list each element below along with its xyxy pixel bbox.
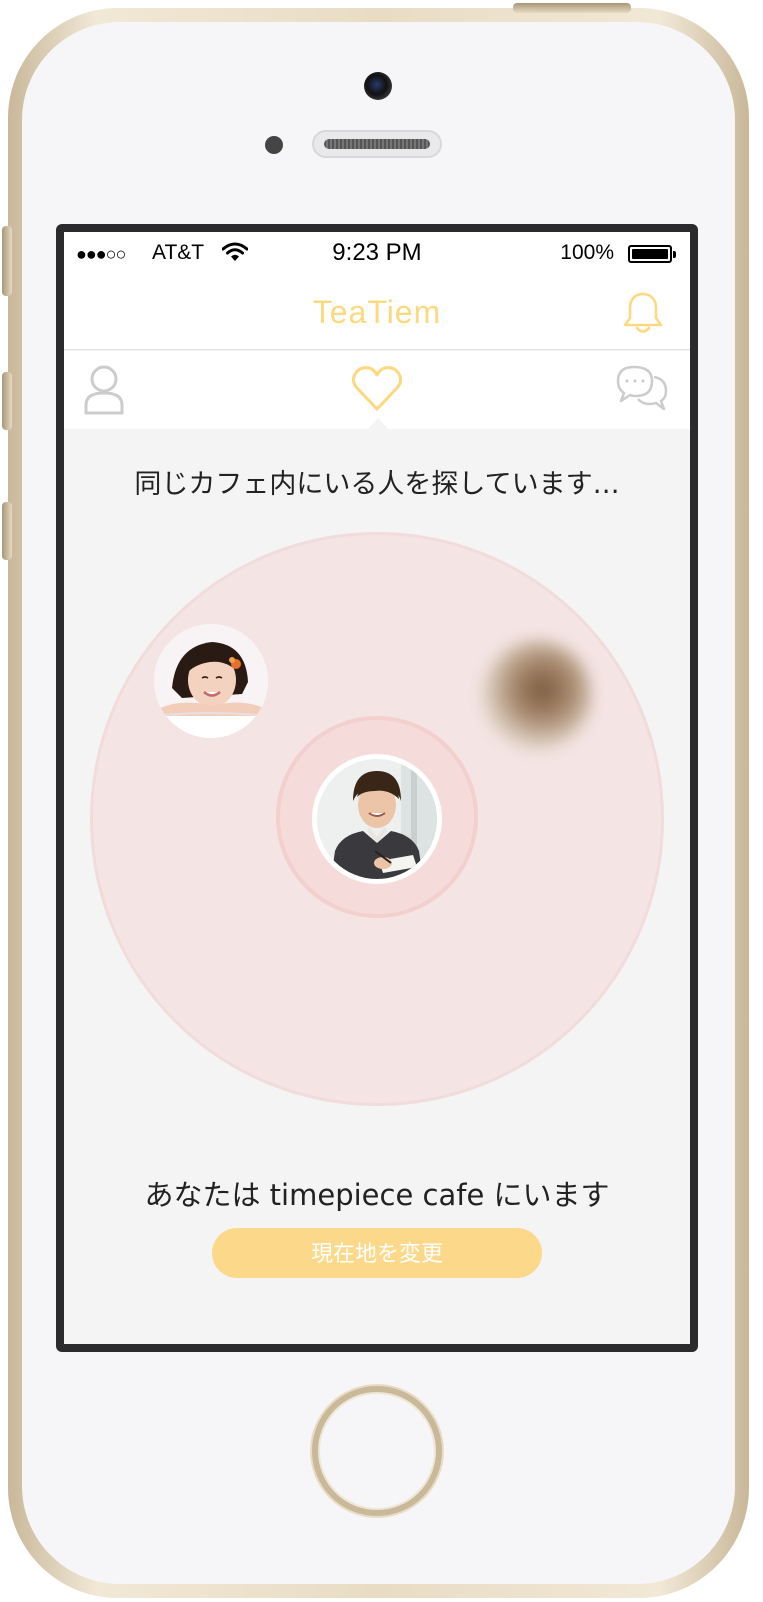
volume-up-button — [2, 372, 12, 430]
front-camera — [364, 72, 392, 100]
tab-match[interactable] — [349, 361, 405, 417]
mute-switch — [2, 226, 12, 296]
volume-down-button — [2, 502, 12, 560]
person-icon — [84, 365, 124, 415]
battery-percent: 100% — [560, 241, 614, 264]
tab-chat[interactable] — [614, 361, 670, 417]
battery-icon — [628, 245, 676, 263]
screen-bezel: ●●●○○ AT&T 9:23 PM 100% TeaTiem 同じカフェ内にい… — [56, 224, 698, 1352]
man-photo — [317, 759, 437, 879]
nav-header: TeaTiem — [64, 276, 690, 350]
app-title: TeaTiem — [312, 294, 442, 330]
active-tab-pointer — [367, 418, 389, 430]
power-button — [513, 3, 631, 13]
status-bar: ●●●○○ AT&T 9:23 PM 100% — [64, 232, 690, 276]
chat-bubbles-icon — [616, 365, 668, 411]
app-screen: ●●●○○ AT&T 9:23 PM 100% TeaTiem 同じカフェ内にい… — [64, 232, 690, 1344]
nearby-user-avatar[interactable] — [154, 624, 268, 738]
change-location-button[interactable]: 現在地を変更 — [212, 1228, 542, 1278]
heart-icon — [351, 366, 403, 411]
woman-photo — [154, 624, 268, 738]
searching-message: 同じカフェ内にいる人を探しています… — [134, 469, 620, 500]
earpiece-speaker — [312, 130, 442, 158]
tab-profile[interactable] — [78, 361, 134, 417]
current-location-text: あなたは timepiece cafe にいます — [144, 1178, 610, 1212]
blurred-user-avatar[interactable] — [482, 640, 592, 750]
my-avatar[interactable] — [312, 754, 442, 884]
bell-icon[interactable] — [620, 290, 666, 336]
proximity-sensor — [265, 136, 283, 154]
home-button[interactable] — [312, 1386, 442, 1516]
